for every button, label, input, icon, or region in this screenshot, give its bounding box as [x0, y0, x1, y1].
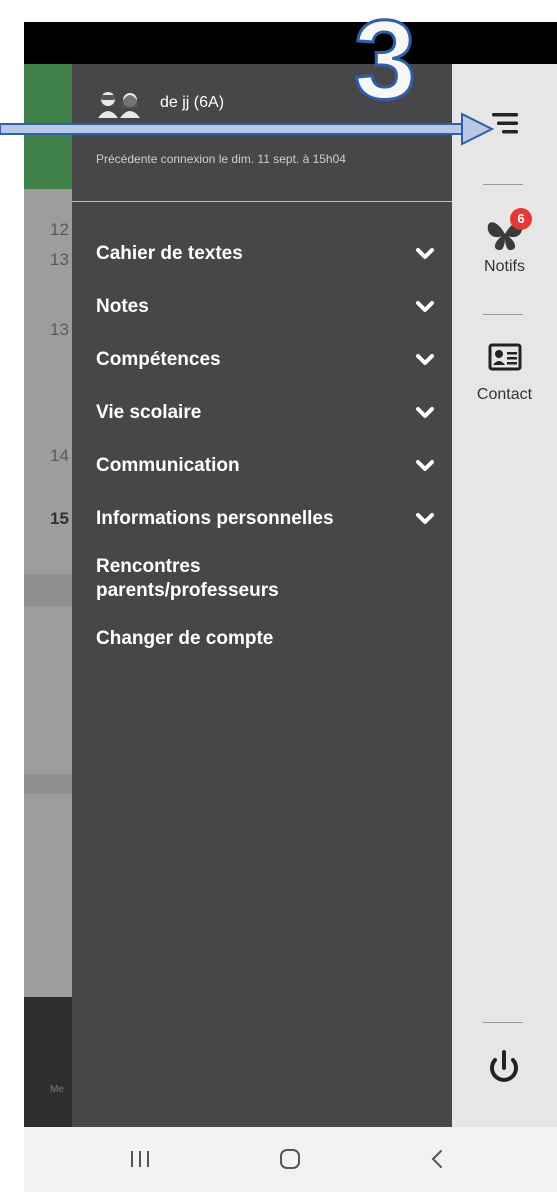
- menu-item-changer-de-compte[interactable]: Changer de compte: [96, 627, 436, 651]
- menu-item-label: Informations personnelles: [96, 508, 334, 529]
- last-login-text: Précédente connexion le dim. 11 sept. à …: [96, 152, 346, 166]
- menu-item-label: Compétences: [96, 349, 221, 370]
- menu-item-informations-personnelles[interactable]: Informations personnelles: [96, 507, 436, 531]
- background-text: 15: [50, 509, 69, 528]
- chevron-down-icon: [416, 248, 434, 259]
- divider: [483, 314, 523, 315]
- divider: [483, 1022, 523, 1023]
- background-text: 13: [50, 250, 69, 269]
- divider: [483, 184, 523, 185]
- chevron-down-icon: [416, 513, 434, 524]
- annotation-arrow: [0, 112, 495, 146]
- contact-button[interactable]: Contact: [452, 336, 557, 416]
- notification-badge: 6: [510, 208, 532, 230]
- notifs-button[interactable]: 6 Notifs: [452, 204, 557, 284]
- menu-item-label: Communication: [96, 455, 240, 476]
- annotation-number: 3: [352, 0, 417, 110]
- power-icon[interactable]: [482, 1046, 526, 1090]
- chevron-down-icon: [416, 354, 434, 365]
- recent-apps-icon[interactable]: [120, 1139, 160, 1179]
- contact-label: Contact: [476, 386, 533, 403]
- menu-item-label: Notes: [96, 296, 149, 317]
- divider: [72, 201, 452, 202]
- menu-item-rencontres[interactable]: Rencontres parents/professeurs: [96, 555, 336, 603]
- background-text: 14: [50, 446, 69, 465]
- background-text: 12: [50, 220, 69, 239]
- chevron-down-icon: [416, 460, 434, 471]
- navigation-drawer: de jj (6A) Précédente connexion le dim. …: [72, 64, 452, 1127]
- background-text: 13: [50, 320, 69, 339]
- menu-item-cahier-de-textes[interactable]: Cahier de textes: [96, 242, 436, 266]
- background-footer-text: Me: [50, 1084, 64, 1095]
- notifs-label: Notifs: [484, 258, 525, 275]
- menu-item-label: Rencontres parents/professeurs: [96, 556, 279, 601]
- home-icon[interactable]: [270, 1139, 310, 1179]
- menu-item-notes[interactable]: Notes: [96, 295, 436, 319]
- chevron-down-icon: [416, 407, 434, 418]
- status-bar: [24, 22, 557, 64]
- side-rail: 6 Notifs Contact: [452, 64, 557, 1127]
- back-icon[interactable]: [418, 1139, 458, 1179]
- menu-item-label: Vie scolaire: [96, 402, 202, 423]
- system-nav-bar: [24, 1127, 557, 1192]
- menu-item-communication[interactable]: Communication: [96, 454, 436, 478]
- chevron-down-icon: [416, 301, 434, 312]
- menu-item-label: Cahier de textes: [96, 243, 243, 264]
- menu-item-label: Changer de compte: [96, 628, 274, 649]
- annotation-label: 3: [354, 0, 416, 110]
- menu-item-vie-scolaire[interactable]: Vie scolaire: [96, 401, 436, 425]
- contact-card-icon: [488, 343, 522, 371]
- menu-item-competences[interactable]: Compétences: [96, 348, 436, 372]
